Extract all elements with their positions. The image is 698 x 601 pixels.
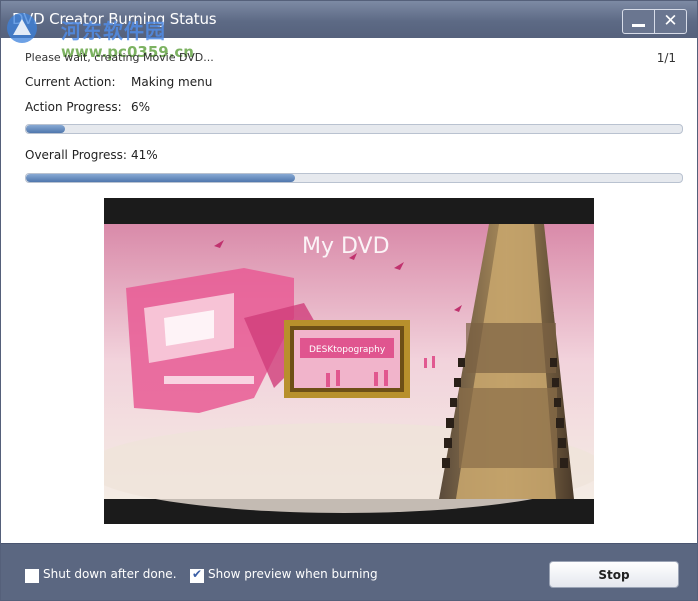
minimize-button[interactable] (623, 10, 654, 33)
current-action-value: Making menu (131, 75, 213, 89)
preview-frame-text: DESKtopography (309, 345, 386, 355)
burn-preview: DESKtopography My DVD (104, 198, 594, 524)
overall-progress-value: 41% (131, 148, 158, 162)
page-counter: 1/1 (656, 51, 676, 65)
minimize-icon (632, 24, 645, 27)
burning-status-window: DVD Creator Burning Status ✕ 河东软件园 www.p… (0, 0, 698, 601)
close-icon: ✕ (663, 11, 678, 30)
watermark-text: 河东软件园 (61, 19, 166, 43)
show-preview-checkbox[interactable]: ✔ (190, 567, 204, 583)
window-controls: ✕ (622, 9, 687, 34)
action-progress-fill (26, 125, 66, 133)
shutdown-label[interactable]: Shut down after done. (43, 567, 177, 581)
shutdown-checkbox[interactable] (25, 569, 39, 583)
watermark-logo (7, 13, 37, 43)
action-progress-bar (25, 124, 683, 134)
show-preview-label[interactable]: Show preview when burning (208, 567, 378, 581)
action-progress-label: Action Progress: (25, 100, 122, 114)
preview-menu-title: My DVD (302, 234, 390, 259)
close-button[interactable]: ✕ (654, 10, 686, 33)
stop-button[interactable]: Stop (549, 561, 679, 588)
current-action-label: Current Action: (25, 75, 116, 89)
action-progress-value: 6% (131, 100, 151, 114)
overall-progress-bar (25, 173, 683, 183)
status-message: Please wait, creating Movie DVD... (25, 51, 214, 64)
checkmark-icon: ✔ (192, 567, 203, 581)
overall-progress-label: Overall Progress: (25, 148, 127, 162)
overall-progress-fill (26, 174, 295, 182)
footer-bar: Shut down after done. ✔ Show preview whe… (1, 543, 697, 600)
